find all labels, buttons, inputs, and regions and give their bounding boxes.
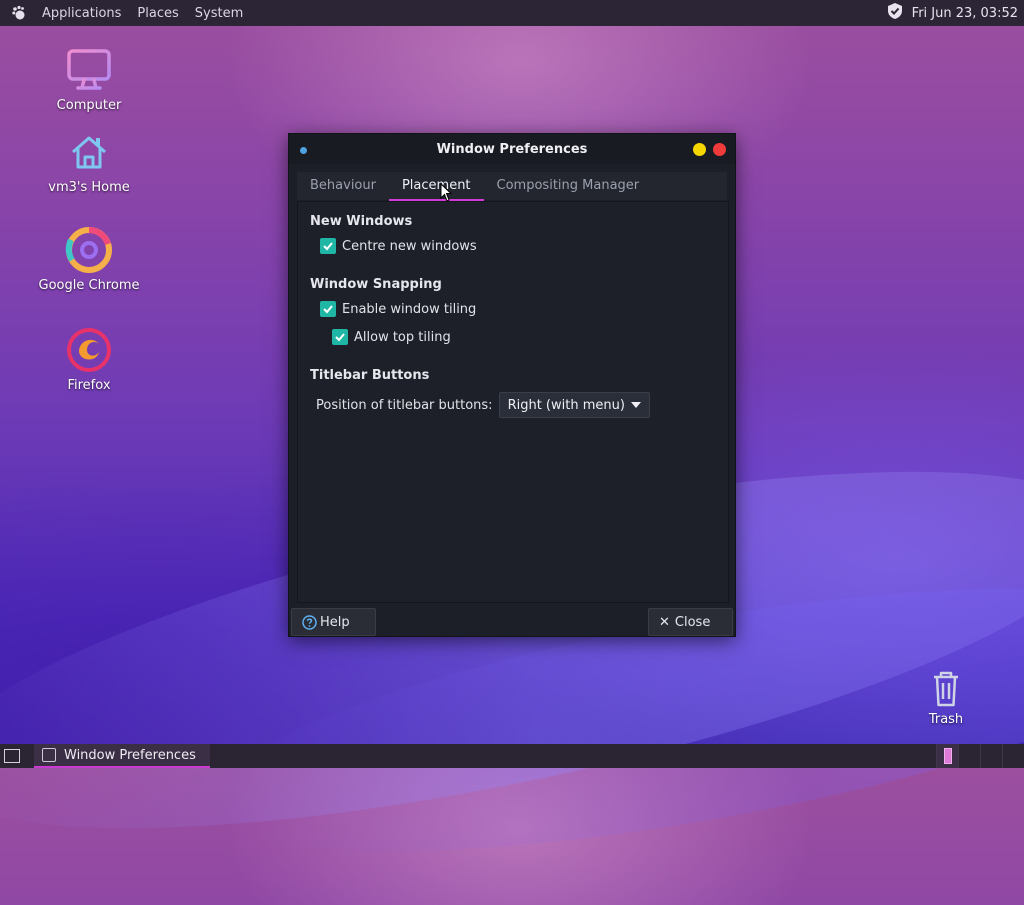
chrome-icon (65, 226, 113, 274)
titlebar-position-label: Position of titlebar buttons: (316, 397, 493, 413)
main-menu: Applications Places System (0, 4, 251, 22)
section-title-new-windows: New Windows (310, 214, 413, 229)
help-button[interactable]: Help (291, 608, 376, 636)
workspace-1[interactable] (936, 744, 958, 768)
desktop-icon-label: Computer (56, 98, 122, 113)
centre-new-windows-option[interactable]: Centre new windows (320, 238, 477, 254)
close-window-button[interactable] (713, 143, 726, 156)
menu-applications[interactable]: Applications (34, 6, 129, 21)
tab-compositing-manager[interactable]: Compositing Manager (484, 172, 653, 200)
shield-check-icon[interactable] (886, 2, 904, 24)
taskbar-item-label: Window Preferences (64, 747, 196, 763)
window-preferences-icon (42, 748, 56, 762)
desktop-icon-label: Google Chrome (38, 278, 140, 293)
section-title-window-snapping: Window Snapping (310, 277, 442, 292)
desktop-icon-chrome[interactable]: Google Chrome (29, 226, 149, 293)
window-title: Window Preferences (436, 141, 588, 157)
checkmark-icon (323, 305, 333, 314)
titlebar-position-row: Position of titlebar buttons: Right (wit… (316, 392, 650, 418)
centre-new-windows-label: Centre new windows (342, 238, 477, 254)
trash-icon (934, 671, 958, 707)
system-tray: Fri Jun 23, 03:52 (886, 2, 1024, 24)
home-icon (65, 128, 113, 176)
minimize-button[interactable] (693, 143, 706, 156)
show-desktop-button[interactable] (4, 749, 20, 763)
workspace-switcher (936, 744, 1024, 768)
workspace-3[interactable] (980, 744, 1002, 768)
help-icon (302, 614, 317, 630)
close-button[interactable]: ✕ Close (648, 608, 733, 636)
tab-bar: Behaviour Placement Compositing Manager (297, 172, 727, 201)
top-panel: Applications Places System Fri Jun 23, 0… (0, 0, 1024, 26)
tab-behaviour[interactable]: Behaviour (297, 172, 389, 200)
centre-new-windows-checkbox[interactable] (320, 238, 336, 254)
enable-window-tiling-label: Enable window tiling (342, 301, 477, 317)
mouse-cursor-icon (440, 183, 452, 202)
desktop-icon-firefox[interactable]: Firefox (29, 326, 149, 393)
allow-top-tiling-label: Allow top tiling (354, 329, 451, 345)
trash-label: Trash (928, 712, 964, 727)
help-label: Help (320, 614, 350, 630)
titlebar[interactable]: Window Preferences (289, 134, 735, 164)
section-title-titlebar-buttons: Titlebar Buttons (310, 368, 430, 383)
workspace-2[interactable] (958, 744, 980, 768)
gnome-foot-icon[interactable] (10, 4, 28, 22)
window-preferences-dialog: Window Preferences Behaviour Placement C… (288, 133, 736, 637)
titlebar-position-dropdown[interactable]: Right (with menu) (498, 392, 650, 418)
placement-panel: New Windows Centre new windows Window Sn… (297, 201, 729, 603)
window-menu-icon[interactable] (300, 147, 307, 154)
allow-top-tiling-checkbox[interactable] (332, 329, 348, 345)
enable-window-tiling-checkbox[interactable] (320, 301, 336, 317)
workspace-window-marker (943, 748, 952, 764)
firefox-icon (65, 326, 113, 374)
caret-down-icon (630, 402, 641, 408)
menu-places[interactable]: Places (129, 6, 186, 21)
checkmark-icon (335, 333, 345, 342)
close-label: Close (674, 614, 711, 630)
clock[interactable]: Fri Jun 23, 03:52 (912, 6, 1018, 21)
dropdown-value: Right (with menu) (507, 397, 625, 413)
allow-top-tiling-option[interactable]: Allow top tiling (332, 329, 451, 345)
workspace-4[interactable] (1002, 744, 1024, 768)
desktop-icon-computer[interactable]: Computer (29, 46, 149, 113)
desktop-icon-label: Firefox (67, 378, 111, 393)
menu-system[interactable]: System (187, 6, 251, 21)
close-icon: ✕ (659, 614, 670, 630)
desktop-icon-label: vm3's Home (48, 180, 130, 195)
desktop-icon-trash[interactable]: Trash (906, 668, 986, 727)
monitor-icon (65, 46, 113, 94)
enable-window-tiling-option[interactable]: Enable window tiling (320, 301, 476, 317)
taskbar-item-window-preferences[interactable]: Window Preferences (34, 744, 210, 768)
bottom-panel: Window Preferences (0, 744, 1024, 768)
checkmark-icon (323, 242, 333, 251)
tab-placement[interactable]: Placement (388, 172, 484, 201)
desktop-icon-home[interactable]: vm3's Home (29, 128, 149, 195)
